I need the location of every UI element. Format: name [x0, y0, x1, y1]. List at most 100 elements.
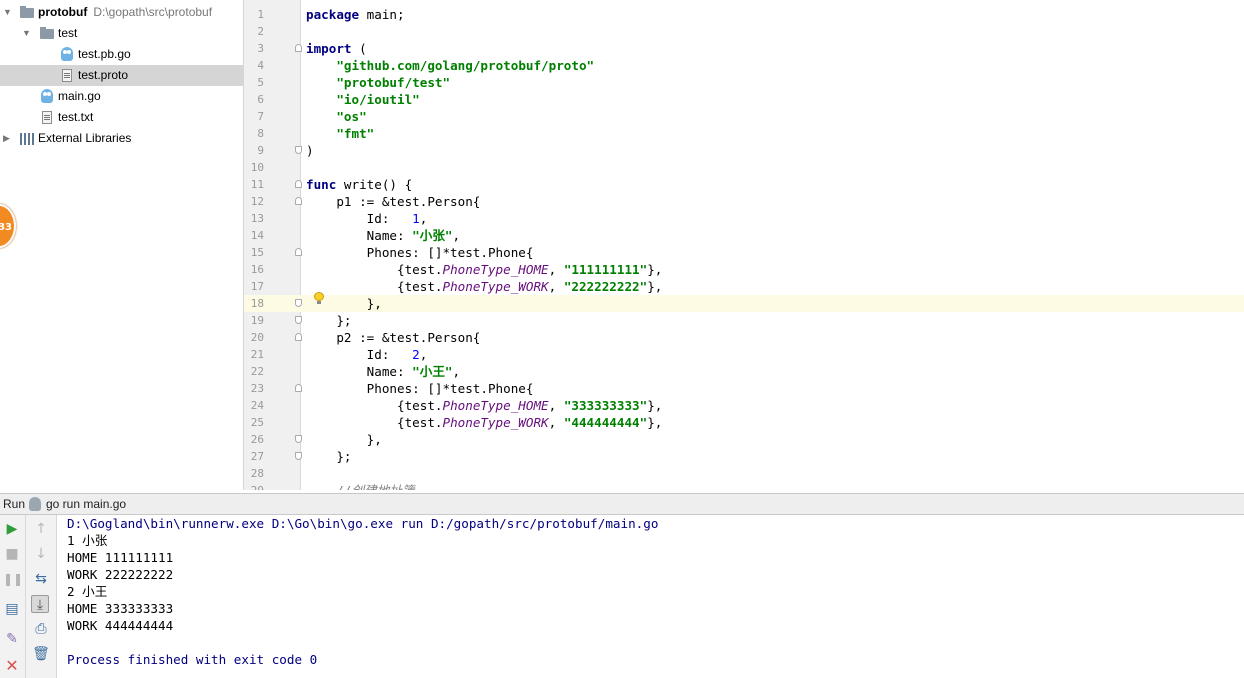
code-line[interactable]: 14 Name: "小张",: [244, 227, 1244, 244]
arrow-up-icon[interactable]: ↑: [32, 520, 50, 538]
code-line[interactable]: 18 },: [244, 295, 1244, 312]
code-line[interactable]: 26 },: [244, 431, 1244, 448]
rerun-icon[interactable]: ▶: [3, 520, 21, 538]
line-number: 29: [244, 482, 264, 490]
fold-marker-icon[interactable]: [295, 299, 302, 307]
console-line: 1 小张: [67, 533, 108, 548]
code-token: "111111111": [563, 262, 648, 277]
code-line[interactable]: 17 {test.PhoneType_WORK, "222222222"},: [244, 278, 1244, 295]
fold-marker-icon[interactable]: [295, 435, 302, 443]
tree-item-label: test.pb.go: [78, 47, 131, 61]
code-line[interactable]: 6 "io/ioutil": [244, 91, 1244, 108]
code-line[interactable]: 24 {test.PhoneType_HOME, "333333333"},: [244, 397, 1244, 414]
line-number: 13: [250, 212, 264, 225]
code-line[interactable]: 1 package main;: [244, 6, 1244, 23]
code-line[interactable]: 23 Phones: []*test.Phone{: [244, 380, 1244, 397]
code-line[interactable]: 21 Id: 2,: [244, 346, 1244, 363]
code-token: ,: [419, 211, 428, 226]
code-line[interactable]: 15 Phones: []*test.Phone{: [244, 244, 1244, 261]
code-token: "333333333": [563, 398, 648, 413]
code-token: };: [306, 313, 352, 328]
code-line[interactable]: 16 {test.PhoneType_HOME, "111111111"},: [244, 261, 1244, 278]
code-text: "io/ioutil": [306, 91, 419, 108]
tree-item-label: External Libraries: [38, 131, 132, 145]
code-line[interactable]: 11 func write() {: [244, 176, 1244, 193]
code-line[interactable]: 9): [244, 142, 1244, 159]
code-line[interactable]: 4 "github.com/golang/protobuf/proto": [244, 57, 1244, 74]
console-line: HOME 333333333: [67, 601, 174, 616]
restore-layout-icon[interactable]: ▤: [3, 600, 21, 618]
code-line[interactable]: 3 import (: [244, 40, 1244, 57]
tree-item-test-pb-go[interactable]: test.pb.go: [0, 44, 243, 65]
code-line[interactable]: 25 {test.PhoneType_WORK, "444444444"},: [244, 414, 1244, 431]
code-line[interactable]: 27 };: [244, 448, 1244, 465]
run-console-output[interactable]: D:\Gogland\bin\runnerw.exe D:\Go\bin\go.…: [57, 515, 1244, 678]
fold-marker-icon[interactable]: [295, 180, 302, 188]
fold-marker-icon[interactable]: [295, 146, 302, 154]
fold-marker-icon[interactable]: [295, 197, 302, 205]
code-token: ,: [548, 262, 564, 277]
code-editor[interactable]: 1 package main; 2 3 import (4 "github.com/go…: [244, 0, 1244, 490]
fold-marker-icon[interactable]: [295, 248, 302, 256]
notification-badge[interactable]: 33: [0, 204, 16, 248]
code-line[interactable]: 5 "protobuf/test": [244, 74, 1244, 91]
code-token: PhoneType_HOME: [442, 398, 549, 413]
code-text: ): [306, 142, 314, 159]
code-token: "小张": [412, 228, 453, 243]
expand-arrow-icon[interactable]: ▼: [22, 23, 31, 44]
tree-item-label: test.proto: [78, 68, 129, 82]
arrow-down-icon[interactable]: ↓: [32, 545, 50, 563]
fold-marker-icon[interactable]: [295, 333, 302, 341]
go-run-config-icon: [29, 497, 41, 511]
code-line[interactable]: 2: [244, 23, 1244, 40]
go-file-icon: [61, 47, 73, 61]
fold-marker-icon[interactable]: [295, 384, 302, 392]
line-number: 16: [250, 263, 264, 276]
code-line[interactable]: 29 //创建地址簿: [244, 482, 1244, 490]
line-number: 15: [250, 246, 264, 259]
tree-item-test-folder[interactable]: ▼ test: [0, 23, 243, 44]
code-token: PhoneType_HOME: [442, 262, 549, 277]
code-text: Name: "小张",: [306, 227, 460, 244]
tree-item-test-proto[interactable]: test.proto: [0, 65, 243, 86]
print-icon[interactable]: ⎙: [32, 620, 50, 638]
code-token: package: [306, 7, 360, 22]
close-icon[interactable]: ✕: [3, 657, 21, 675]
lightbulb-icon[interactable]: [314, 292, 324, 304]
code-line[interactable]: 10: [244, 159, 1244, 176]
code-text: {test.PhoneType_HOME, "333333333"},: [306, 397, 662, 414]
fold-marker-icon[interactable]: [295, 316, 302, 324]
tree-root-protobuf[interactable]: ▼ protobuf D:\gopath\src\protobuf: [0, 2, 243, 23]
run-config-tab[interactable]: go run main.go: [46, 494, 126, 514]
pause-icon[interactable]: ❚❚: [3, 570, 23, 588]
code-line[interactable]: 20 p2 := &test.Person{: [244, 329, 1244, 346]
pin-icon[interactable]: ✎: [3, 630, 21, 648]
code-line[interactable]: 12 p1 := &test.Person{: [244, 193, 1244, 210]
fold-marker-icon[interactable]: [295, 452, 302, 460]
code-line[interactable]: 7 "os": [244, 108, 1244, 125]
code-line[interactable]: 28: [244, 465, 1244, 482]
stop-icon[interactable]: ■: [3, 545, 21, 563]
scroll-to-end-icon[interactable]: ⤓: [31, 595, 49, 613]
code-text: "github.com/golang/protobuf/proto": [306, 57, 594, 74]
fold-marker-icon[interactable]: [295, 44, 302, 52]
expand-arrow-icon[interactable]: ▼: [3, 2, 12, 23]
code-text: func write() {: [306, 176, 412, 193]
code-line[interactable]: 19 };: [244, 312, 1244, 329]
tree-item-external-libraries[interactable]: ▶ External Libraries: [0, 128, 243, 149]
code-text: "fmt": [306, 125, 374, 142]
code-token: ,: [548, 415, 564, 430]
tree-item-test-txt[interactable]: test.txt: [0, 107, 243, 128]
tree-item-main-go[interactable]: main.go: [0, 86, 243, 107]
trash-icon[interactable]: 🗑: [32, 645, 50, 663]
code-line[interactable]: 8 "fmt": [244, 125, 1244, 142]
line-number: 14: [250, 229, 264, 242]
code-line[interactable]: 22 Name: "小王",: [244, 363, 1244, 380]
soft-wrap-icon[interactable]: ⇆: [32, 570, 50, 588]
line-number: 26: [250, 433, 264, 446]
code-line[interactable]: 13 Id: 1,: [244, 210, 1244, 227]
collapse-arrow-icon[interactable]: ▶: [3, 128, 10, 149]
